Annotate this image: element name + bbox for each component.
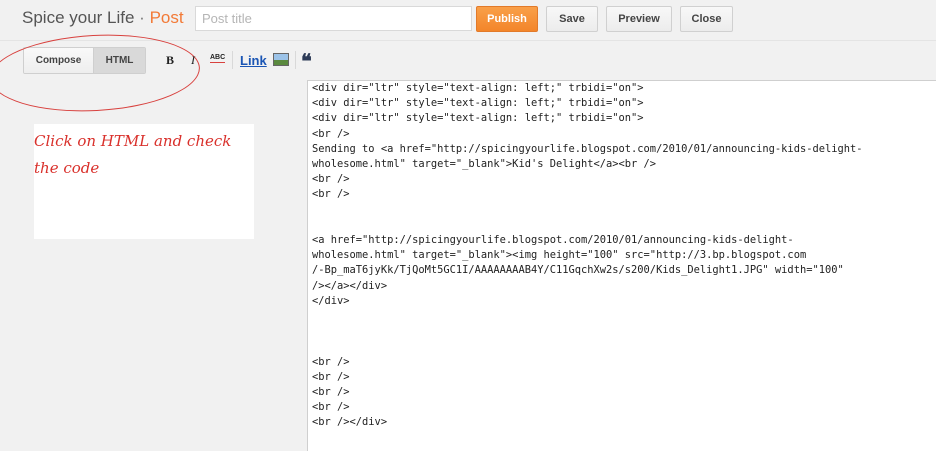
editor-header: Spice your Life · Post Publish Save Prev… <box>0 0 936 41</box>
image-icon[interactable] <box>273 53 289 66</box>
blog-name: Spice your Life <box>22 8 135 27</box>
link-button[interactable]: Link <box>240 53 267 68</box>
code-line: <br /> <box>312 370 350 383</box>
format-toolbar: B I ABC Link ❝ <box>160 41 312 79</box>
spellcheck-button[interactable]: ABC <box>210 54 226 63</box>
left-panel: Compose HTML Click on HTML and check the… <box>0 29 307 451</box>
post-editor-window: Spice your Life · Post Publish Save Prev… <box>0 0 936 451</box>
code-line: <br /> <box>312 401 350 414</box>
code-line: /-Bp_maT6jyKk/TjQoMt5GC1I/AAAAAAAAB4Y/C1… <box>312 264 844 277</box>
quote-icon[interactable]: ❝ <box>301 49 312 74</box>
code-line: <br /> <box>312 173 350 186</box>
title-separator: · <box>134 8 150 27</box>
section-name: Post <box>149 8 184 27</box>
code-line: <br /></div> <box>312 416 388 429</box>
page-title: Spice your Life · Post <box>22 8 184 28</box>
code-line: wholesome.html" target="_blank">Kid's De… <box>312 158 657 171</box>
html-code[interactable]: <div dir="ltr" style="text-align: left;"… <box>312 81 863 431</box>
save-button[interactable]: Save <box>546 6 598 32</box>
html-editor[interactable]: <div dir="ltr" style="text-align: left;"… <box>307 80 936 451</box>
code-line: <div dir="ltr" style="text-align: left;"… <box>312 97 644 110</box>
code-line: <a href="http://spicingyourlife.blogspot… <box>312 234 794 247</box>
post-title-input[interactable] <box>195 6 472 31</box>
italic-button[interactable]: I <box>191 53 195 68</box>
spellcheck-underline <box>210 62 226 63</box>
code-line: <br /> <box>312 386 350 399</box>
toolbar-divider <box>295 51 296 69</box>
spellcheck-label: ABC <box>210 54 226 61</box>
code-line: <br /> <box>312 127 350 140</box>
bold-button[interactable]: B <box>166 53 174 68</box>
code-line: </div> <box>312 294 350 307</box>
code-line: /></a></div> <box>312 279 388 292</box>
annotation-text: Click on HTML and check the code <box>34 132 232 177</box>
publish-button[interactable]: Publish <box>476 6 538 32</box>
code-line: Sending to <a href="http://spicingyourli… <box>312 142 863 155</box>
code-line: <div dir="ltr" style="text-align: left;"… <box>312 82 644 94</box>
code-line: <br /> <box>312 355 350 368</box>
code-line: <div dir="ltr" style="text-align: left;"… <box>312 112 644 125</box>
code-line: wholesome.html" target="_blank"><img hei… <box>312 249 807 262</box>
preview-button[interactable]: Preview <box>606 6 672 32</box>
toolbar-divider <box>232 51 233 69</box>
code-line: <br /> <box>312 188 350 201</box>
close-button[interactable]: Close <box>680 6 733 32</box>
annotation-note: Click on HTML and check the code <box>34 124 254 239</box>
